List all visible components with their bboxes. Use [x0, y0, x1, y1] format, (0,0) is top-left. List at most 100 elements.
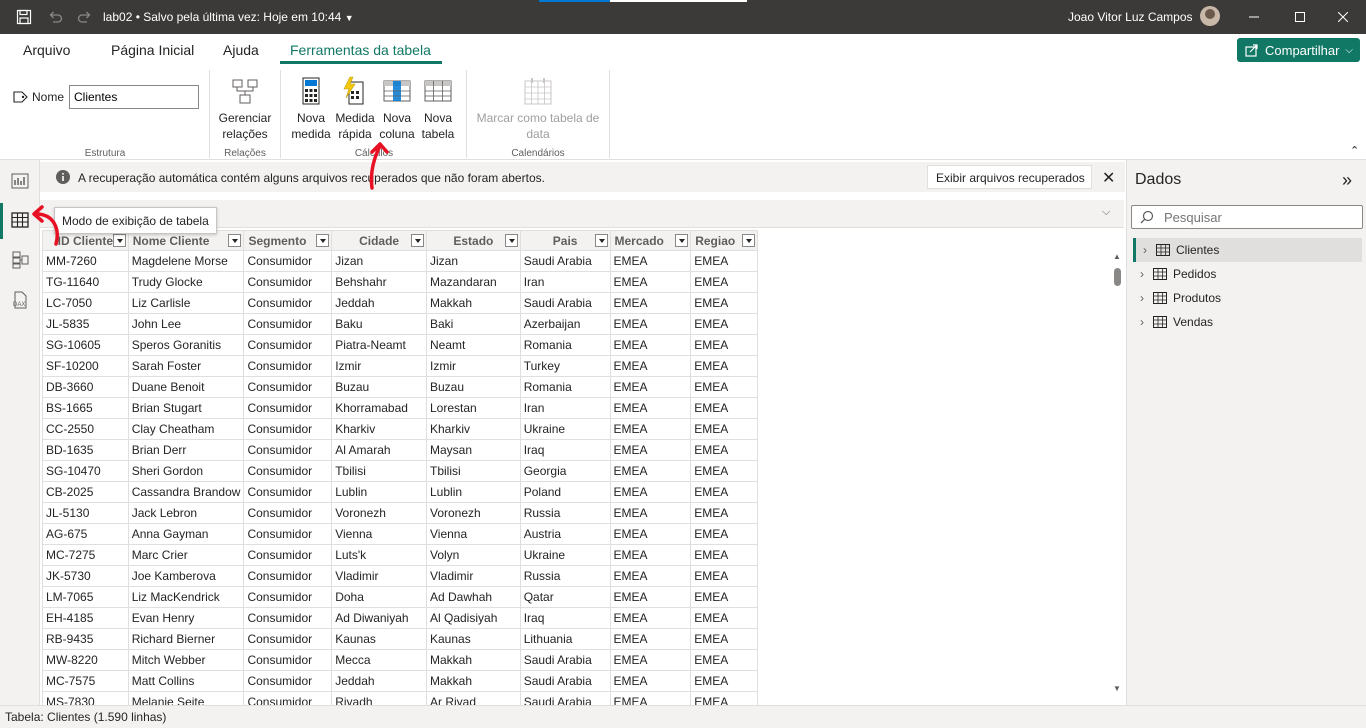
table-cell[interactable]: EMEA — [690, 418, 758, 440]
table-cell[interactable]: SG-10605 — [42, 334, 129, 356]
table-cell[interactable]: Consumidor — [243, 565, 333, 587]
table-cell[interactable]: EMEA — [690, 250, 758, 272]
table-cell[interactable]: JL-5130 — [42, 502, 129, 524]
table-cell[interactable]: JK-5730 — [42, 565, 129, 587]
table-cell[interactable]: Jeddah — [331, 670, 427, 692]
show-recovered-files-button[interactable]: Exibir arquivos recuperados — [927, 165, 1092, 189]
table-cell[interactable]: Ar Riyad — [426, 691, 521, 705]
table-cell[interactable]: Saudi Arabia — [519, 649, 611, 671]
table-cell[interactable]: Behshahr — [331, 271, 427, 293]
table-cell[interactable]: Speros Goranitis — [127, 334, 245, 356]
table-cell[interactable]: Neamt — [426, 334, 521, 356]
table-cell[interactable]: Consumidor — [243, 523, 333, 545]
table-cell[interactable]: Iraq — [519, 439, 611, 461]
table-cell[interactable]: EMEA — [609, 376, 692, 398]
table-cell[interactable]: Al Amarah — [331, 439, 427, 461]
table-cell[interactable]: EMEA — [609, 460, 692, 482]
column-filter-dropdown-icon[interactable] — [228, 234, 242, 247]
table-cell[interactable]: EMEA — [690, 376, 758, 398]
table-cell[interactable]: Consumidor — [243, 691, 333, 705]
table-cell[interactable]: EMEA — [690, 586, 758, 608]
table-cell[interactable]: Consumidor — [243, 502, 333, 524]
table-cell[interactable]: DB-3660 — [42, 376, 129, 398]
table-cell[interactable]: Lithuania — [519, 628, 611, 650]
table-cell[interactable]: Lublin — [331, 481, 427, 503]
table-row[interactable]: JK-5730 Joe Kamberova Consumidor Vladimir Vl… — [42, 565, 758, 587]
table-cell[interactable]: CC-2550 — [42, 418, 129, 440]
table-cell[interactable]: Jizan — [426, 250, 521, 272]
table-cell[interactable]: EMEA — [690, 460, 758, 482]
menu-ajuda[interactable]: Ajuda — [223, 42, 259, 58]
chevron-right-icon[interactable]: › — [1136, 243, 1154, 257]
table-cell[interactable]: Voronezh — [331, 502, 427, 524]
table-cell[interactable]: Buzau — [426, 376, 521, 398]
table-cell[interactable]: Richard Bierner — [127, 628, 245, 650]
column-filter-dropdown-icon[interactable] — [411, 234, 424, 247]
table-cell[interactable]: Vladimir — [426, 565, 521, 587]
table-view-icon[interactable] — [10, 210, 30, 230]
table-cell[interactable]: Brian Derr — [127, 439, 245, 461]
table-row[interactable]: LC-7050 Liz Carlisle Consumidor Jeddah Makka… — [42, 292, 758, 314]
table-cell[interactable]: Sheri Gordon — [127, 460, 245, 482]
table-cell[interactable]: Tbilisi — [426, 460, 521, 482]
tree-item-pedidos[interactable]: › Pedidos — [1133, 262, 1362, 286]
table-cell[interactable]: Consumidor — [243, 376, 333, 398]
table-cell[interactable]: Kharkiv — [426, 418, 521, 440]
table-cell[interactable]: AG-675 — [42, 523, 129, 545]
table-cell[interactable]: EMEA — [690, 355, 758, 377]
table-cell[interactable]: EMEA — [609, 355, 692, 377]
menu-arquivo[interactable]: Arquivo — [23, 42, 70, 58]
table-cell[interactable]: Maysan — [426, 439, 521, 461]
table-cell[interactable]: Izmir — [331, 355, 427, 377]
table-cell[interactable]: Consumidor — [243, 439, 333, 461]
table-cell[interactable]: Mazandaran — [426, 271, 521, 293]
table-row[interactable]: EH-4185 Evan Henry Consumidor Ad Diwaniyah A… — [42, 607, 758, 629]
menu-pagina-inicial[interactable]: Página Inicial — [111, 42, 194, 58]
table-cell[interactable]: Luts'k — [331, 544, 427, 566]
table-cell[interactable]: EMEA — [609, 481, 692, 503]
table-cell[interactable]: EMEA — [690, 607, 758, 629]
table-cell[interactable]: Vienna — [426, 523, 521, 545]
table-cell[interactable]: SG-10470 — [42, 460, 129, 482]
table-row[interactable]: MC-7575 Matt Collins Consumidor Jeddah Makka… — [42, 670, 758, 692]
table-cell[interactable]: Brian Stugart — [127, 397, 245, 419]
table-cell[interactable]: EMEA — [609, 565, 692, 587]
table-cell[interactable]: Turkey — [519, 355, 611, 377]
table-cell[interactable]: MM-7260 — [42, 250, 129, 272]
table-cell[interactable]: LM-7065 — [42, 586, 129, 608]
table-cell[interactable]: CB-2025 — [42, 481, 129, 503]
table-row[interactable]: RB-9435 Richard Bierner Consumidor Kaunas Ka… — [42, 628, 758, 650]
user-name[interactable]: Joao Vitor Luz Campos — [1068, 10, 1193, 24]
table-cell[interactable]: EMEA — [690, 502, 758, 524]
table-cell[interactable]: EMEA — [609, 649, 692, 671]
table-cell[interactable]: Lorestan — [426, 397, 521, 419]
table-cell[interactable]: EMEA — [609, 586, 692, 608]
table-cell[interactable]: Iran — [519, 397, 611, 419]
chevron-right-icon[interactable]: › — [1133, 315, 1151, 329]
table-cell[interactable]: Baki — [426, 313, 521, 335]
table-row[interactable]: SG-10605 Speros Goranitis Consumidor Piatra… — [42, 334, 758, 356]
column-header[interactable]: Regiao — [690, 230, 758, 251]
close-button[interactable] — [1320, 0, 1366, 34]
table-cell[interactable]: EMEA — [609, 271, 692, 293]
table-cell[interactable]: Evan Henry — [127, 607, 245, 629]
table-row[interactable]: CC-2550 Clay Cheatham Consumidor Kharkiv Kha… — [42, 418, 758, 440]
table-cell[interactable]: MC-7575 — [42, 670, 129, 692]
table-cell[interactable]: JL-5835 — [42, 313, 129, 335]
table-row[interactable]: JL-5835 John Lee Consumidor Baku Baki Azerbai… — [42, 313, 758, 335]
table-cell[interactable]: Izmir — [426, 355, 521, 377]
table-cell[interactable]: Liz MacKendrick — [127, 586, 245, 608]
avatar[interactable] — [1200, 6, 1220, 26]
table-cell[interactable]: Consumidor — [243, 670, 333, 692]
table-cell[interactable]: EMEA — [690, 565, 758, 587]
nova-tabela-button[interactable]: Nova tabela — [418, 76, 458, 142]
table-cell[interactable]: EMEA — [690, 397, 758, 419]
table-cell[interactable]: EMEA — [690, 292, 758, 314]
tree-item-clientes[interactable]: › Clientes — [1133, 238, 1362, 262]
table-cell[interactable]: EMEA — [690, 334, 758, 356]
column-filter-dropdown-icon[interactable] — [112, 234, 126, 247]
table-cell[interactable]: LC-7050 — [42, 292, 129, 314]
table-row[interactable]: BD-1635 Brian Derr Consumidor Al Amarah Mays… — [42, 439, 758, 461]
table-cell[interactable]: Khorramabad — [331, 397, 427, 419]
table-cell[interactable]: EMEA — [609, 691, 692, 705]
